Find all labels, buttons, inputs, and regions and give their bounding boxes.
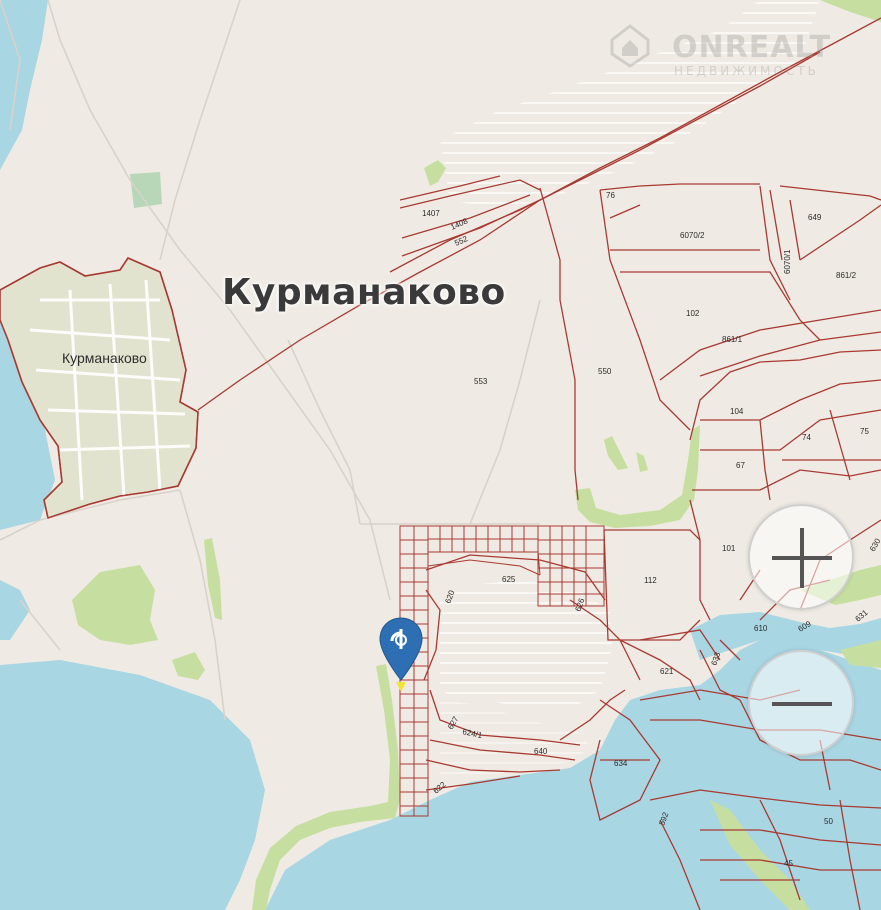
plot-label: 45 xyxy=(784,859,793,868)
plot-label: 104 xyxy=(730,407,744,416)
plus-icon xyxy=(772,528,832,588)
plot-label: 6070/1 xyxy=(783,249,792,274)
house-logo-icon xyxy=(610,24,650,68)
minus-icon xyxy=(772,702,832,706)
plot-label: 75 xyxy=(860,427,869,436)
cadastral-map[interactable]: 1407 1408 552 76 6070/2 649 6070/1 861/2… xyxy=(0,0,881,910)
plot-label: 553 xyxy=(474,377,488,386)
watermark-brand: ONREALT xyxy=(672,30,832,65)
plot-label: 550 xyxy=(598,367,612,376)
plot-label: 112 xyxy=(644,576,657,585)
plot-label: 621 xyxy=(660,667,674,676)
plot-label: 67 xyxy=(736,461,745,470)
plot-label: 50 xyxy=(824,817,833,826)
plot-label: 610 xyxy=(754,624,768,633)
plot-label: 634 xyxy=(614,759,628,768)
plot-label: 649 xyxy=(808,213,822,222)
plot-label: 625 xyxy=(502,575,516,584)
plot-label: 640 xyxy=(534,747,548,756)
plot-label: 74 xyxy=(802,433,811,442)
zoom-in-button[interactable] xyxy=(748,504,854,610)
plot-label: 861/2 xyxy=(836,271,857,280)
plot-label: 102 xyxy=(686,309,700,318)
plot-label: 1407 xyxy=(422,209,440,218)
plot-label: 101 xyxy=(722,544,736,553)
plot-label: 6070/2 xyxy=(680,231,705,240)
plot-label: 861/1 xyxy=(722,335,743,344)
watermark-subtitle: НЕДВИЖИМОСТЬ xyxy=(674,64,819,78)
plot-label: 76 xyxy=(606,191,615,200)
location-pin-icon[interactable] xyxy=(378,616,424,694)
town-label-small: Курманаково xyxy=(62,350,147,366)
town-label-large: Курманаково xyxy=(222,272,506,313)
zoom-out-button[interactable] xyxy=(748,650,854,756)
